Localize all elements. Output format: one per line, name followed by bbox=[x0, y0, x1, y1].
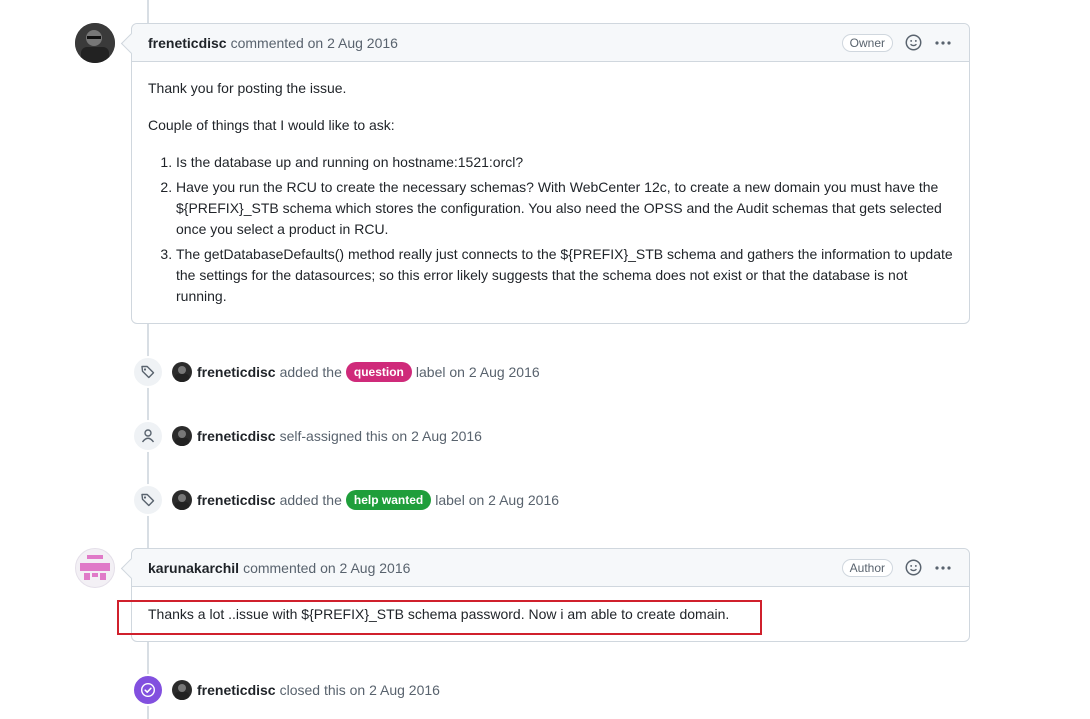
mini-avatar[interactable] bbox=[172, 490, 192, 510]
comment-author[interactable]: freneticdisc bbox=[148, 35, 227, 51]
timeline-event: freneticdisc self-assigned this on 2 Aug… bbox=[132, 420, 482, 452]
comment-header: karunakarchil commented on 2 Aug 2016 Au… bbox=[120, 549, 969, 587]
avatar[interactable] bbox=[75, 548, 115, 588]
avatar[interactable] bbox=[75, 23, 115, 63]
timeline-event: freneticdisc added the help wanted label… bbox=[132, 484, 560, 516]
list-item: Have you run the RCU to create the neces… bbox=[176, 177, 953, 240]
comment-paragraph: Thank you for posting the issue. bbox=[148, 80, 347, 96]
comment-paragraph: Couple of things that I would like to as… bbox=[148, 117, 395, 133]
identicon-icon bbox=[80, 555, 110, 580]
closed-check-icon bbox=[132, 674, 164, 706]
comment-list: Is the database up and running on hostna… bbox=[148, 152, 953, 307]
label-help-wanted[interactable]: help wanted bbox=[345, 490, 432, 510]
smiley-icon[interactable] bbox=[903, 558, 923, 578]
event-author[interactable]: freneticdisc bbox=[197, 492, 276, 508]
event-author[interactable]: freneticdisc bbox=[197, 428, 276, 444]
list-item: Is the database up and running on hostna… bbox=[176, 152, 953, 173]
comment-header: freneticdisc commented on 2 Aug 2016 Own… bbox=[120, 24, 969, 62]
comment-card: freneticdisc commented on 2 Aug 2016 Own… bbox=[120, 23, 970, 327]
tag-icon bbox=[132, 356, 164, 388]
comment-timestamp[interactable]: commented on 2 Aug 2016 bbox=[231, 35, 398, 51]
event-text: added the bbox=[279, 492, 342, 508]
comment-timestamp[interactable]: commented on 2 Aug 2016 bbox=[243, 560, 410, 576]
comment-author[interactable]: karunakarchil bbox=[148, 560, 239, 576]
person-icon bbox=[132, 420, 164, 452]
label-question[interactable]: question bbox=[345, 362, 412, 382]
role-badge: Owner bbox=[841, 33, 893, 52]
mini-avatar[interactable] bbox=[172, 680, 192, 700]
event-author[interactable]: freneticdisc bbox=[197, 364, 276, 380]
timeline-event: freneticdisc added the question label on… bbox=[132, 356, 540, 388]
role-badge: Author bbox=[841, 558, 893, 577]
event-author[interactable]: freneticdisc bbox=[197, 682, 276, 698]
avatar-photo-icon bbox=[75, 23, 115, 63]
kebab-menu-icon[interactable] bbox=[933, 33, 953, 53]
comment-arrow bbox=[120, 557, 143, 580]
timeline-event: freneticdisc closed this on 2 Aug 2016 bbox=[132, 674, 440, 706]
list-item: The getDatabaseDefaults() method really … bbox=[176, 244, 953, 307]
event-text: label on 2 Aug 2016 bbox=[415, 364, 540, 380]
kebab-menu-icon[interactable] bbox=[933, 558, 953, 578]
event-text: self-assigned this on 2 Aug 2016 bbox=[279, 428, 482, 444]
mini-avatar[interactable] bbox=[172, 362, 192, 382]
event-text: added the bbox=[279, 364, 342, 380]
event-text: label on 2 Aug 2016 bbox=[435, 492, 560, 508]
highlight-box bbox=[117, 600, 762, 635]
smiley-icon[interactable] bbox=[903, 33, 923, 53]
mini-avatar[interactable] bbox=[172, 426, 192, 446]
comment-arrow bbox=[120, 32, 143, 55]
event-text: closed this on 2 Aug 2016 bbox=[279, 682, 440, 698]
tag-icon bbox=[132, 484, 164, 516]
comment-body: Thank you for posting the issue. Couple … bbox=[132, 62, 969, 327]
